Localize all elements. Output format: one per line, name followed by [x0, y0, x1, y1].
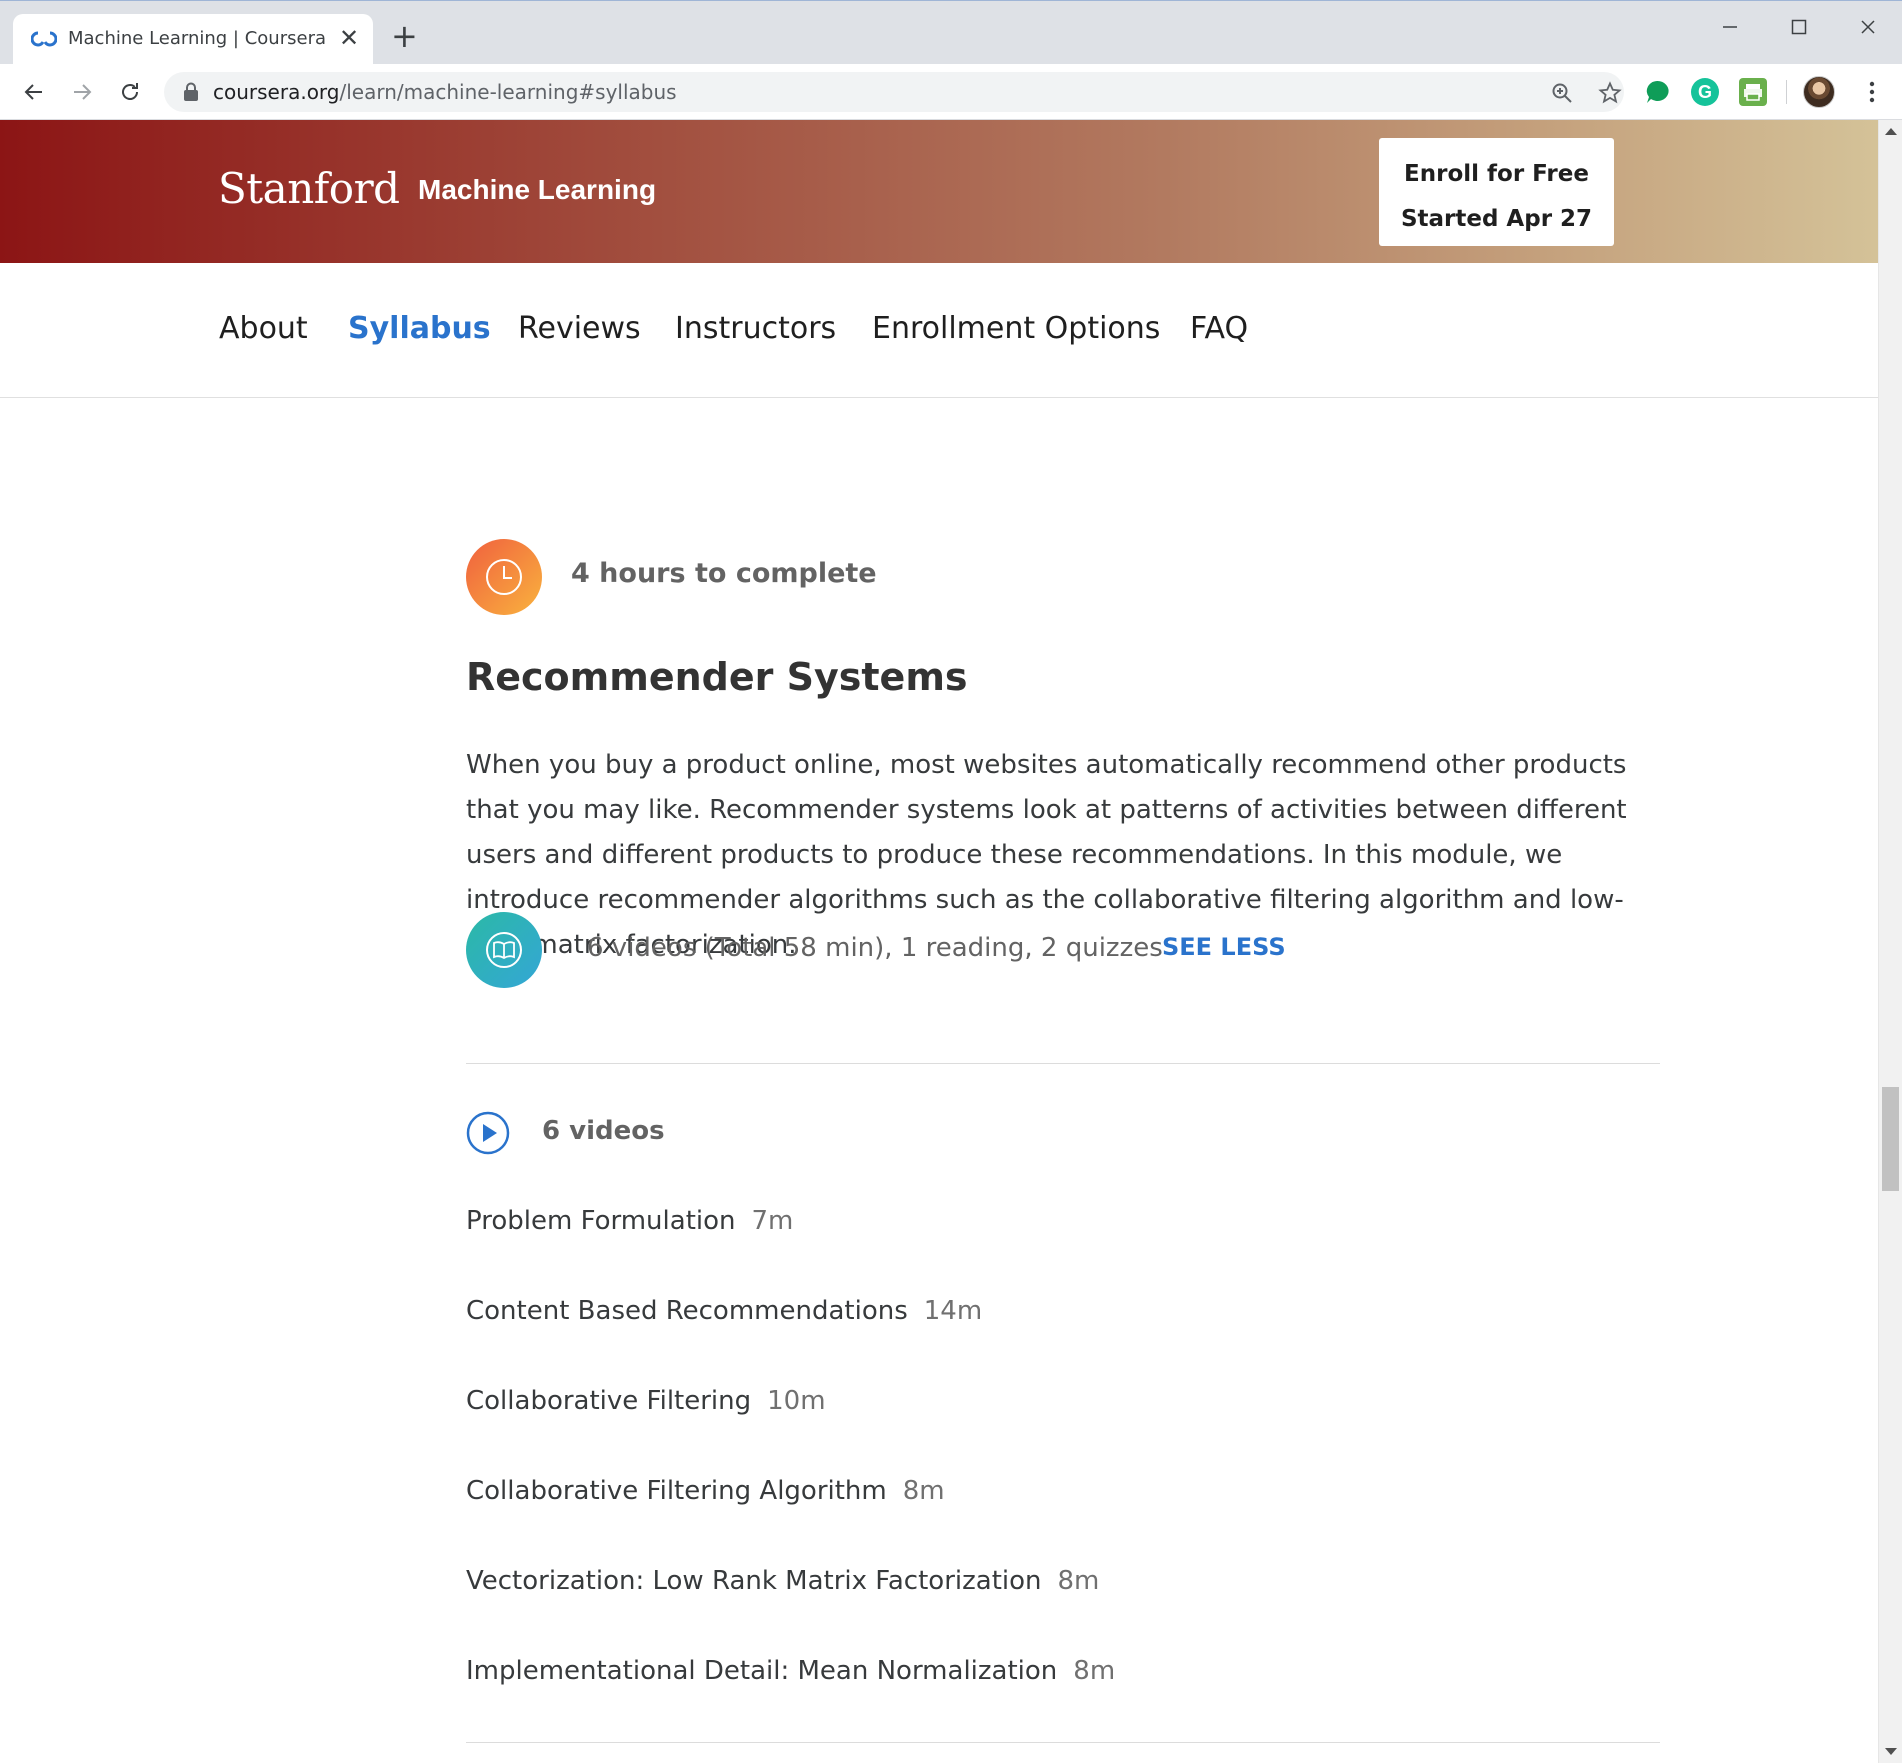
url-text: coursera.org/learn/machine-learning#syll… — [213, 80, 677, 104]
window-close-icon[interactable] — [1838, 7, 1898, 47]
module-contents-summary: 6 videos (Total 58 min), 1 reading, 2 qu… — [587, 933, 1163, 963]
profile-avatar[interactable] — [1803, 76, 1835, 108]
video-list: Problem Formulation 7m Content Based Reco… — [466, 1206, 1660, 1746]
zoom-icon[interactable] — [1549, 80, 1575, 106]
video-title: Vectorization: Low Rank Matrix Factoriza… — [466, 1566, 1042, 1596]
toolbar-separator — [1786, 80, 1787, 104]
scroll-up-arrow-icon[interactable] — [1885, 128, 1897, 135]
forward-arrow-icon[interactable] — [68, 78, 96, 106]
minimize-icon[interactable] — [1700, 7, 1760, 47]
bookmark-star-icon[interactable] — [1597, 80, 1623, 106]
section-divider — [466, 1063, 1660, 1064]
videos-heading: 6 videos — [542, 1116, 665, 1146]
enroll-label: Enroll for Free — [1404, 160, 1589, 187]
section-divider — [466, 1742, 1660, 1743]
reload-icon[interactable] — [116, 78, 144, 106]
tab-title: Machine Learning | Coursera — [68, 28, 326, 49]
clock-icon — [466, 539, 542, 615]
video-title: Implementational Detail: Mean Normalizat… — [466, 1656, 1058, 1686]
course-section-nav: About Syllabus Reviews Instructors Enrol… — [0, 263, 1878, 398]
video-duration: 8m — [902, 1476, 945, 1506]
book-icon — [466, 912, 542, 988]
list-item[interactable]: Problem Formulation 7m — [466, 1206, 1660, 1296]
coursera-favicon-icon — [31, 31, 57, 47]
list-item[interactable]: Vectorization: Low Rank Matrix Factoriza… — [466, 1566, 1660, 1656]
video-title: Collaborative Filtering Algorithm — [466, 1476, 887, 1506]
maximize-icon[interactable] — [1769, 7, 1829, 47]
video-title: Collaborative Filtering — [466, 1386, 752, 1416]
video-title: Content Based Recommendations — [466, 1296, 908, 1326]
see-less-link[interactable]: SEE LESS — [1162, 933, 1286, 961]
video-duration: 14m — [923, 1296, 983, 1326]
scroll-thumb[interactable] — [1882, 1087, 1899, 1191]
stanford-logo[interactable]: Stanford — [218, 164, 400, 213]
back-arrow-icon[interactable] — [20, 78, 48, 106]
page-scrollbar[interactable] — [1878, 120, 1902, 1763]
list-item[interactable]: Collaborative Filtering 10m — [466, 1386, 1660, 1476]
nav-instructors[interactable]: Instructors — [675, 311, 836, 346]
browser-tab[interactable]: Machine Learning | Coursera ✕ — [13, 14, 373, 65]
nav-reviews[interactable]: Reviews — [518, 311, 641, 346]
browser-tab-bar: Machine Learning | Coursera ✕ + — [0, 0, 1902, 65]
course-header-banner: Stanford Machine Learning Enroll for Fre… — [0, 120, 1878, 263]
tab-close-icon[interactable]: ✕ — [339, 25, 359, 51]
list-item[interactable]: Collaborative Filtering Algorithm 8m — [466, 1476, 1660, 1566]
time-to-complete: 4 hours to complete — [571, 558, 877, 589]
list-item[interactable]: Implementational Detail: Mean Normalizat… — [466, 1656, 1660, 1746]
nav-about[interactable]: About — [219, 311, 308, 346]
nav-faq[interactable]: FAQ — [1190, 311, 1248, 346]
enroll-start-date: Started Apr 27 — [1400, 205, 1593, 232]
address-bar[interactable]: coursera.org/learn/machine-learning#syll… — [164, 72, 1624, 112]
video-duration: 10m — [767, 1386, 826, 1416]
extension-chat-icon[interactable] — [1643, 78, 1671, 106]
video-duration: 7m — [751, 1206, 794, 1236]
browser-toolbar: coursera.org/learn/machine-learning#syll… — [0, 64, 1902, 120]
module-title: Recommender Systems — [466, 655, 968, 699]
play-circle-icon — [466, 1111, 510, 1155]
course-title: Machine Learning — [418, 174, 657, 205]
enroll-button[interactable]: Enroll for Free Started Apr 27 — [1379, 138, 1614, 246]
web-page: Stanford Machine Learning Enroll for Fre… — [0, 120, 1878, 1763]
scroll-down-arrow-icon[interactable] — [1885, 1748, 1897, 1755]
list-item[interactable]: Content Based Recommendations 14m — [466, 1296, 1660, 1386]
nav-enrollment-options[interactable]: Enrollment Options — [872, 311, 1160, 346]
browser-menu-icon[interactable] — [1858, 78, 1886, 106]
video-duration: 8m — [1073, 1656, 1116, 1686]
new-tab-icon[interactable]: + — [391, 20, 418, 52]
video-title: Problem Formulation — [466, 1206, 736, 1236]
grammarly-icon[interactable]: G — [1691, 78, 1719, 106]
video-duration: 8m — [1057, 1566, 1100, 1596]
lock-icon — [184, 82, 198, 101]
nav-syllabus[interactable]: Syllabus — [348, 311, 491, 346]
extension-printer-icon[interactable] — [1739, 78, 1767, 106]
